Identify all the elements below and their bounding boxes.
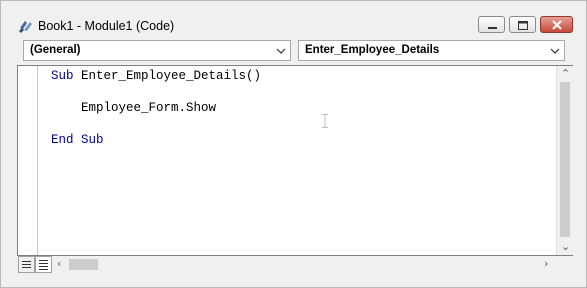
maximize-button[interactable]	[509, 16, 536, 33]
title-bar[interactable]: Book1 - Module1 (Code)	[1, 1, 586, 39]
code-editor[interactable]: Sub Enter_Employee_Details() Employee_Fo…	[17, 65, 573, 256]
combo-row: (General) Enter_Employee_Details	[1, 39, 586, 63]
maximize-icon	[518, 21, 528, 30]
scroll-up-icon[interactable]: ⌃	[561, 67, 570, 80]
scroll-left-icon[interactable]: ‹	[57, 257, 61, 270]
vertical-scroll-thumb[interactable]	[560, 82, 570, 237]
code-line-1[interactable]: Sub Enter_Employee_Details()	[51, 69, 261, 83]
procedure-dropdown[interactable]: Enter_Employee_Details	[298, 40, 565, 61]
object-dropdown[interactable]: (General)	[23, 40, 291, 61]
full-module-view-icon	[39, 260, 48, 270]
object-dropdown-value: (General)	[30, 44, 81, 56]
procedure-dropdown-value: Enter_Employee_Details	[305, 44, 440, 56]
procedure-view-icon	[22, 261, 31, 268]
code-line-2[interactable]: Employee_Form.Show	[51, 101, 216, 115]
full-module-view-button[interactable]	[35, 256, 52, 273]
horizontal-scrollbar-row: ‹ ›	[17, 256, 573, 273]
keyword-sub: Sub	[51, 69, 74, 83]
procedure-signature: Enter_Employee_Details()	[73, 69, 262, 83]
scroll-down-icon[interactable]: ⌄	[561, 240, 570, 253]
code-window: Book1 - Module1 (Code) (General) Enter_E…	[0, 0, 587, 288]
chevron-down-icon	[550, 48, 560, 54]
horizontal-scroll-thumb[interactable]	[69, 259, 98, 270]
minimize-icon	[488, 27, 497, 29]
chevron-down-icon	[276, 48, 286, 54]
code-line-3[interactable]: End Sub	[51, 133, 104, 147]
ibeam-cursor-icon	[322, 114, 328, 128]
code-area[interactable]: Sub Enter_Employee_Details() Employee_Fo…	[39, 66, 556, 255]
minimize-button[interactable]	[478, 16, 505, 33]
indicator-margin[interactable]	[18, 66, 38, 255]
close-button[interactable]	[540, 16, 573, 33]
window-title: Book1 - Module1 (Code)	[38, 19, 175, 33]
vba-module-icon	[19, 21, 32, 33]
form-show-statement: Employee_Form.Show	[51, 101, 217, 115]
vertical-scrollbar[interactable]: ⌃ ⌄	[556, 66, 573, 255]
scroll-right-icon[interactable]: ›	[544, 257, 548, 270]
keyword-end-sub: End Sub	[51, 133, 104, 147]
close-icon	[552, 20, 562, 30]
procedure-view-button[interactable]	[18, 256, 35, 273]
